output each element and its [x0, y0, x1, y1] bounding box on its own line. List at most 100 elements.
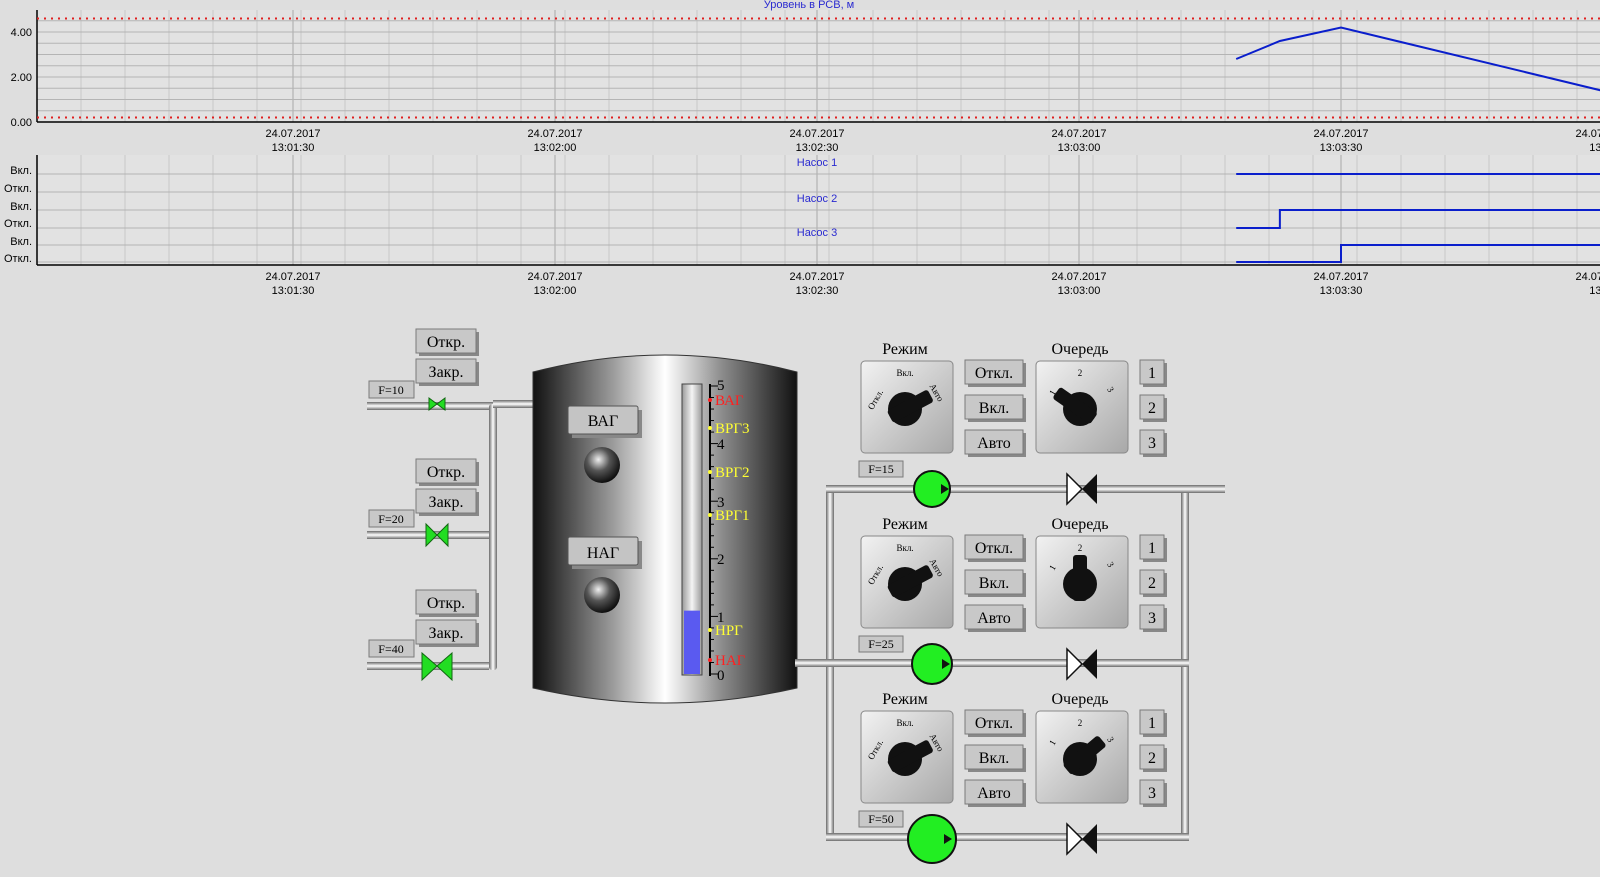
queue-2-button[interactable]: 2	[1139, 744, 1167, 772]
inlet-3-close-button[interactable]: Закр.	[415, 619, 479, 647]
inlet-2-close-button[interactable]: Закр.	[415, 488, 479, 516]
pump-icon[interactable]	[913, 470, 951, 508]
level-scale-4: 4	[717, 437, 725, 453]
svg-text:3: 3	[1148, 610, 1156, 627]
inlet-valve-2[interactable]	[425, 522, 449, 548]
pump-line-2	[826, 659, 1189, 667]
queue-3-button[interactable]: 3	[1139, 779, 1167, 807]
x-tick-date: 24.07.2017	[265, 128, 320, 140]
svg-text:3: 3	[1148, 435, 1156, 452]
x-tick-date: 24.07.2017	[1313, 128, 1368, 140]
mode-knob-label-on: Вкл.	[896, 368, 913, 378]
inlet-valve-3[interactable]	[421, 651, 453, 682]
pump-y-label: Вкл.	[10, 201, 32, 213]
queue-3-button[interactable]: 3	[1139, 604, 1167, 632]
vag-alarm-button[interactable]: ВАГ	[567, 405, 642, 438]
vag-alarm-lamp	[584, 447, 620, 483]
queue-1-button[interactable]: 1	[1139, 709, 1167, 737]
x-tick-date: 24.07.2017	[1575, 271, 1600, 283]
mode-off-button[interactable]: Откл.	[964, 709, 1026, 737]
mode-off-button[interactable]: Откл.	[964, 359, 1026, 387]
queue-1-button[interactable]: 1	[1139, 359, 1167, 387]
svg-text:3: 3	[1148, 785, 1156, 802]
x-tick-time: 13:02:00	[534, 285, 577, 297]
pump-2-series-title: Насос 2	[797, 193, 837, 205]
inlet-3-open-button[interactable]: Откр.	[415, 589, 479, 617]
inlet-1-flow-tag: F=10	[368, 380, 415, 399]
svg-text:НРГ: НРГ	[715, 623, 743, 639]
x-tick-time: 13:02:00	[534, 142, 577, 154]
svg-text:Авто: Авто	[977, 435, 1011, 452]
x-tick-date: 24.07.2017	[1051, 128, 1106, 140]
pump-flow-tag: F=15	[858, 460, 904, 478]
mode-auto-button[interactable]: Авто	[964, 779, 1026, 807]
svg-text:Закр.: Закр.	[429, 364, 464, 381]
pump-icon[interactable]	[911, 643, 953, 685]
inlet-2-open-button[interactable]: Откр.	[415, 458, 479, 486]
x-tick-time: 13:03:00	[1058, 285, 1101, 297]
level-scale-5: 5	[717, 378, 725, 394]
queue-switch[interactable]: 1 2 3	[1035, 710, 1129, 804]
x-tick-time: 13:01:30	[272, 285, 315, 297]
discharge-valve[interactable]	[1066, 647, 1097, 681]
level-y-tick: 2.00	[11, 72, 32, 84]
svg-text:Закр.: Закр.	[429, 494, 464, 511]
pump-icon[interactable]	[907, 814, 957, 864]
queue-switch[interactable]: 1 2 3	[1035, 360, 1129, 454]
mode-off-button[interactable]: Откл.	[964, 534, 1026, 562]
pump-y-label: Откл.	[4, 253, 32, 265]
pump-row-2: Режим Очередь Откл. Вкл. Авто Откл. Вкл.…	[858, 516, 1167, 685]
svg-text:1: 1	[1148, 540, 1156, 557]
discharge-valve[interactable]	[1066, 822, 1097, 856]
mode-auto-button[interactable]: Авто	[964, 604, 1026, 632]
queue-2-button[interactable]: 2	[1139, 394, 1167, 422]
pump-chart-x-ticks: 24.07.2017 13:01:30 24.07.2017 13:02:00 24.0…	[265, 271, 1600, 297]
inlet-3-flow-tag: F=40	[368, 639, 415, 658]
svg-text:F=15: F=15	[868, 462, 893, 476]
pump-y-label: Откл.	[4, 218, 32, 230]
x-tick-date: 24.07.2017	[527, 271, 582, 283]
svg-text:Закр.: Закр.	[429, 625, 464, 642]
svg-text:Откр.: Откр.	[427, 334, 465, 351]
mode-on-button[interactable]: Вкл.	[964, 569, 1026, 597]
mode-switch[interactable]: Откл. Вкл. Авто	[860, 535, 954, 629]
svg-text:Авто: Авто	[977, 610, 1011, 627]
nag-alarm-button[interactable]: НАГ	[567, 536, 642, 569]
mode-switch[interactable]: Откл. Вкл. Авто	[860, 360, 954, 454]
queue-knob-label-2: 2	[1078, 368, 1083, 378]
pump-row-1: Режим Очередь Откл. Вкл. Авто Откл. Вкл.…	[858, 341, 1167, 508]
queue-switch[interactable]: 1 2 3	[1035, 535, 1129, 629]
svg-text:Откр.: Откр.	[427, 464, 465, 481]
queue-2-button[interactable]: 2	[1139, 569, 1167, 597]
inlet-riser	[489, 404, 497, 670]
x-tick-date: 24.07.2017	[789, 128, 844, 140]
queue-1-button[interactable]: 1	[1139, 534, 1167, 562]
svg-text:ВРГ1: ВРГ1	[715, 508, 750, 524]
pump-line-3	[826, 833, 1189, 841]
level-marker-vrg2: ВРГ2	[708, 465, 750, 481]
svg-text:НАГ: НАГ	[587, 545, 619, 562]
mode-auto-button[interactable]: Авто	[964, 429, 1026, 457]
pump-flow-tag: F=25	[858, 635, 904, 653]
svg-text:F=10: F=10	[378, 383, 403, 397]
svg-text:ВАГ: ВАГ	[715, 393, 744, 409]
discharge-valve[interactable]	[1066, 472, 1097, 506]
mode-on-button[interactable]: Вкл.	[964, 394, 1026, 422]
mode-switch[interactable]: Откл. Вкл. Авто	[860, 710, 954, 804]
mode-on-button[interactable]: Вкл.	[964, 744, 1026, 772]
mode-title: Режим	[882, 516, 928, 533]
svg-text:1: 1	[1148, 365, 1156, 382]
level-chart-x-ticks: 24.07.2017 13:01:30 24.07.2017 13:02:00 24.0…	[265, 128, 1600, 154]
x-tick-date: 24.07.2017	[265, 271, 320, 283]
x-tick-date: 24.07.2017	[789, 271, 844, 283]
svg-text:Вкл.: Вкл.	[979, 750, 1009, 767]
queue-3-button[interactable]: 3	[1139, 429, 1167, 457]
pump-line-1	[826, 485, 1225, 493]
inlet-1-open-button[interactable]: Откр.	[415, 328, 479, 356]
svg-text:НАГ: НАГ	[715, 653, 746, 669]
level-scale-0: 0	[717, 668, 725, 684]
tank-inlet-pipe	[493, 400, 537, 408]
inlet-1-close-button[interactable]: Закр.	[415, 358, 479, 386]
x-tick-time: 13:04	[1589, 285, 1600, 297]
pump-1-series-title: Насос 1	[797, 157, 837, 169]
